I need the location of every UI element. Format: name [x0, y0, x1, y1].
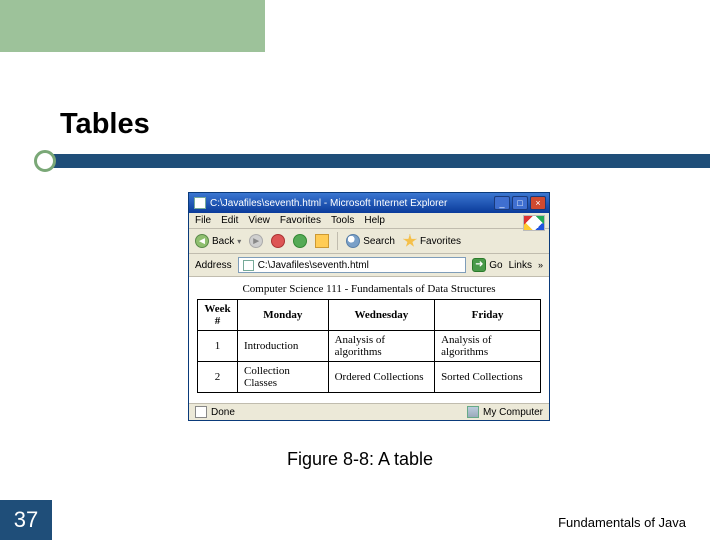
back-button[interactable]: ◄ Back ▾: [195, 234, 241, 248]
forward-icon: ►: [249, 234, 263, 248]
footer-text: Fundamentals of Java: [558, 515, 686, 530]
figure-caption: Figure 8-8: A table: [0, 449, 720, 470]
links-chevron-icon[interactable]: »: [538, 260, 543, 270]
col-monday: Monday: [238, 300, 329, 331]
col-wednesday: Wednesday: [328, 300, 434, 331]
home-icon[interactable]: [315, 234, 329, 248]
menu-view[interactable]: View: [248, 215, 270, 226]
browser-window: C:\Javafiles\seventh.html - Microsoft In…: [188, 192, 550, 421]
chevron-down-icon: ▾: [237, 237, 241, 246]
page-content: Computer Science 111 - Fundamentals of D…: [189, 277, 549, 403]
slide-accent: [0, 0, 265, 52]
page-number: 37: [0, 500, 52, 540]
back-label: Back: [212, 236, 234, 247]
cell-wed: Ordered Collections: [328, 362, 434, 393]
address-value: C:\Javafiles\seventh.html: [258, 260, 369, 271]
menu-tools[interactable]: Tools: [331, 215, 354, 226]
search-icon: [346, 234, 360, 248]
col-friday: Friday: [435, 300, 541, 331]
back-icon: ◄: [195, 234, 209, 248]
done-icon: [195, 406, 207, 418]
cell-fri: Analysis of algorithms: [435, 331, 541, 362]
go-label: Go: [489, 260, 502, 271]
search-label: Search: [363, 236, 395, 247]
col-week: Week #: [198, 300, 238, 331]
go-button[interactable]: ➜ Go: [472, 258, 502, 272]
window-title: C:\Javafiles\seventh.html - Microsoft In…: [210, 198, 447, 209]
cell-week: 2: [198, 362, 238, 393]
search-button[interactable]: Search: [346, 234, 395, 248]
menu-favorites[interactable]: Favorites: [280, 215, 321, 226]
status-bar: Done My Computer: [189, 403, 549, 420]
address-bar: Address C:\Javafiles\seventh.html ➜ Go L…: [189, 254, 549, 277]
go-icon: ➜: [472, 258, 486, 272]
minimize-button[interactable]: _: [494, 196, 510, 210]
table-row: 1 Introduction Analysis of algorithms An…: [198, 331, 541, 362]
address-field[interactable]: C:\Javafiles\seventh.html: [238, 257, 467, 273]
title-rule: [22, 150, 710, 172]
cell-week: 1: [198, 331, 238, 362]
address-label: Address: [195, 260, 232, 271]
cell-fri: Sorted Collections: [435, 362, 541, 393]
menu-edit[interactable]: Edit: [221, 215, 238, 226]
zone-text: My Computer: [483, 407, 543, 418]
my-computer-icon: [467, 406, 479, 418]
table-header-row: Week # Monday Wednesday Friday: [198, 300, 541, 331]
course-table: Week # Monday Wednesday Friday 1 Introdu…: [197, 299, 541, 393]
table-row: 2 Collection Classes Ordered Collections…: [198, 362, 541, 393]
close-button[interactable]: ×: [530, 196, 546, 210]
browser-titlebar[interactable]: C:\Javafiles\seventh.html - Microsoft In…: [189, 193, 549, 213]
stop-icon[interactable]: [271, 234, 285, 248]
toolbar: ◄ Back ▾ ► Search Favorites: [189, 229, 549, 254]
menu-help[interactable]: Help: [364, 215, 385, 226]
ie-page-icon: [194, 197, 206, 209]
refresh-icon[interactable]: [293, 234, 307, 248]
cell-wed: Analysis of algorithms: [328, 331, 434, 362]
page-heading: Computer Science 111 - Fundamentals of D…: [197, 283, 541, 295]
cell-mon: Collection Classes: [238, 362, 329, 393]
links-label[interactable]: Links: [509, 260, 532, 271]
forward-button[interactable]: ►: [249, 234, 263, 248]
maximize-button[interactable]: □: [512, 196, 528, 210]
slide-title: Tables: [60, 108, 150, 141]
favorites-button[interactable]: Favorites: [403, 234, 461, 248]
cell-mon: Introduction: [238, 331, 329, 362]
page-icon: [243, 260, 254, 271]
menu-bar: File Edit View Favorites Tools Help: [189, 213, 549, 229]
favorites-label: Favorites: [420, 236, 461, 247]
status-text: Done: [211, 407, 235, 418]
menu-file[interactable]: File: [195, 215, 211, 226]
windows-flag-icon: [523, 215, 545, 231]
star-icon: [403, 234, 417, 248]
